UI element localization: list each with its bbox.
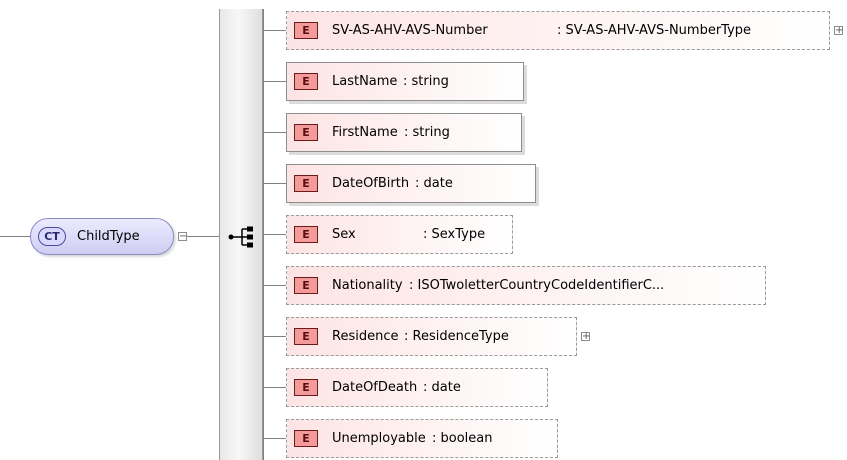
element-node-unemployable[interactable]: E Unemployable boolean xyxy=(286,419,558,458)
element-badge: E xyxy=(294,379,318,396)
complex-type-node[interactable]: CT ChildType xyxy=(30,218,174,255)
element-connector-line xyxy=(264,387,286,388)
element-name: FirstName xyxy=(332,125,398,140)
element-type: string xyxy=(404,125,450,140)
element-badge: E xyxy=(294,22,318,39)
element-node-residence[interactable]: E Residence ResidenceType xyxy=(286,317,577,356)
element-name: Nationality xyxy=(332,278,403,293)
element-connector-line xyxy=(264,336,286,337)
element-name: SV-AS-AHV-AVS-Number xyxy=(332,23,488,38)
element-name: LastName xyxy=(332,74,398,89)
element-name: DateOfDeath xyxy=(332,380,418,395)
element-type: SV-AS-AHV-AVS-NumberType xyxy=(557,23,752,38)
element-node-nationality[interactable]: E Nationality ISOTwoletterCountryCodeIdent… xyxy=(286,266,766,305)
element-connector-line xyxy=(264,183,286,184)
element-node-sex[interactable]: E Sex SexType xyxy=(286,215,513,254)
element-name: Unemployable xyxy=(332,431,426,446)
sequence-compositor-icon[interactable] xyxy=(226,226,260,248)
element-badge: E xyxy=(294,277,318,294)
element-name: DateOfBirth xyxy=(332,176,410,191)
element-badge: E xyxy=(294,430,318,447)
element-node-firstname[interactable]: E FirstName string xyxy=(286,113,522,152)
element-connector-line xyxy=(264,234,286,235)
expand-toggle-icon[interactable]: + xyxy=(834,26,843,36)
element-node-dateofbirth[interactable]: E DateOfBirth date xyxy=(286,164,536,203)
expand-toggle-icon[interactable]: + xyxy=(581,332,590,342)
element-badge: E xyxy=(294,328,318,345)
connector-line-in xyxy=(0,236,30,237)
element-node-lastname[interactable]: E LastName string xyxy=(286,62,524,101)
element-connector-line xyxy=(264,30,286,31)
element-connector-line xyxy=(264,285,286,286)
element-badge: E xyxy=(294,226,318,243)
element-connector-line xyxy=(264,81,286,82)
element-type: ISOTwoletterCountryCodeIdentifierC... xyxy=(409,278,665,293)
element-name: Sex xyxy=(332,227,356,242)
element-node-sv-as-ahv-avs-number[interactable]: E SV-AS-AHV-AVS-Number SV-AS-AHV-AVS-Numbe… xyxy=(286,11,830,50)
element-node-dateofdeath[interactable]: E DateOfDeath date xyxy=(286,368,548,407)
element-type: ResidenceType xyxy=(404,329,509,344)
complex-type-badge: CT xyxy=(38,227,66,246)
complex-type-name: ChildType xyxy=(77,229,140,244)
element-badge: E xyxy=(294,175,318,192)
element-type: string xyxy=(403,74,449,89)
element-type: date xyxy=(423,380,461,395)
element-type: date xyxy=(415,176,453,191)
element-connector-line xyxy=(264,438,286,439)
element-name: Residence xyxy=(332,329,399,344)
element-badge: E xyxy=(294,124,318,141)
element-type: boolean xyxy=(432,431,493,446)
element-badge: E xyxy=(294,73,318,90)
element-type: SexType xyxy=(423,227,486,242)
element-connector-line xyxy=(264,132,286,133)
collapse-toggle-icon[interactable]: − xyxy=(178,232,187,242)
